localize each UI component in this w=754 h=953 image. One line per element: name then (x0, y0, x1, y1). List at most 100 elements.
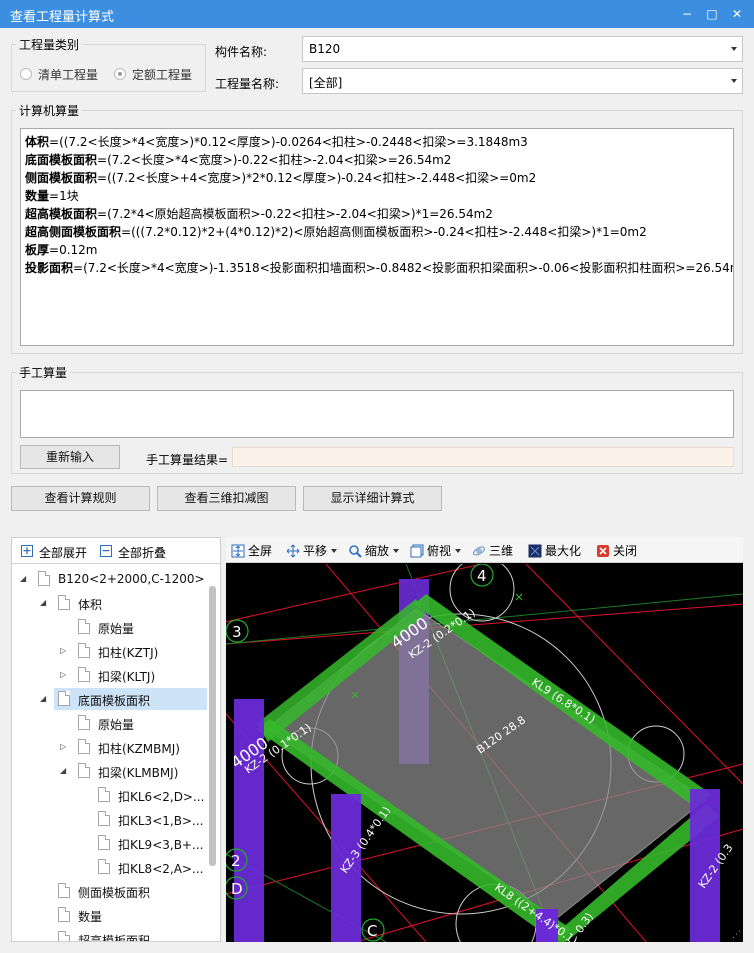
calc-line-expr: =(((7.2*0.12)*2+(4*0.12)*2)<原始超高侧面模板面积>-… (121, 225, 647, 239)
radio-list-quantity[interactable] (20, 68, 32, 80)
close-view-label: 关闭 (613, 544, 638, 558)
collapsed-arrow-icon[interactable]: ▷ (60, 670, 66, 679)
show-detail-formula-button[interactable]: 显示详细计算式 (303, 486, 442, 511)
view-toolbar: 全屏 平移 缩放 俯视 三维 最大化 关闭 (226, 537, 743, 563)
tree-item-label: 数量 (78, 910, 103, 924)
tree-item[interactable]: 数量 (12, 904, 202, 926)
tree-item[interactable]: 原始量 (12, 616, 202, 638)
document-icon (38, 571, 50, 586)
calc-line-expr: =((7.2<长度>*4<宽度>)*0.12<厚度>)-0.0264<扣柱>-0… (49, 135, 528, 149)
axis-label-4: 4 (477, 567, 487, 585)
quantity-name-select[interactable]: [全部] (302, 68, 743, 94)
quantity-type-group: 工程量类别 (11, 36, 206, 92)
tree-item-label: 扣KL3<1,B>... (118, 814, 204, 828)
collapsed-arrow-icon[interactable]: ▷ (60, 646, 66, 655)
tree-item[interactable]: 原始量 (12, 712, 202, 734)
expand-all-button[interactable]: 全部展开 (39, 544, 87, 561)
calc-line-name: 底面模板面积 (25, 153, 98, 167)
computer-calc-legend: 计算机算量 (19, 104, 80, 118)
calc-line-name: 板厚 (25, 243, 50, 257)
3d-model-canvas[interactable]: 4 3 2 D C 4000 KZ-2 (0.2*0.1) KL9 (6.8*0… (226, 564, 743, 942)
calc-line: 数量=1块 (25, 187, 729, 205)
close-view-button[interactable]: 关闭 (596, 542, 637, 559)
calc-line: 板厚=0.12m (25, 241, 729, 259)
tree-scrollbar[interactable] (209, 586, 216, 866)
minimize-button[interactable]: − (677, 4, 697, 24)
tree-item-label: 扣梁(KLTJ) (98, 670, 156, 684)
fullscreen-button[interactable]: 全屏 (231, 542, 272, 559)
reenter-button[interactable]: 重新输入 (20, 445, 120, 469)
tree-item-label: 底面模板面积 (78, 694, 151, 708)
calc-line-expr: =((7.2<长度>+4<宽度>)*2*0.12<厚度>)-0.24<扣柱>-2… (97, 171, 537, 185)
maximize-button[interactable]: □ (702, 4, 722, 24)
maximize-view-button[interactable]: 最大化 (528, 542, 581, 559)
chevron-down-icon (331, 549, 338, 553)
calc-line-name: 侧面模板面积 (25, 171, 98, 185)
view-3d-deduction-button[interactable]: 查看三维扣减图 (157, 486, 296, 511)
computer-calc-text[interactable]: 体积=((7.2<长度>*4<宽度>)*0.12<厚度>)-0.0264<扣柱>… (20, 128, 734, 346)
quantity-tree-panel: + 全部展开 − 全部折叠 ◢ B120<2+2000,C-1200> ◢ 体积 原始量… (11, 537, 221, 942)
3d-view-button[interactable]: 三维 (472, 542, 513, 559)
document-icon (58, 595, 70, 610)
expanded-arrow-icon[interactable]: ◢ (40, 694, 46, 703)
component-name-select[interactable]: B120 (302, 36, 743, 62)
tree-item[interactable]: ◢ 底面模板面积 (40, 688, 207, 710)
expand-all-icon: + (21, 544, 33, 557)
manual-calc-input[interactable] (20, 390, 734, 438)
document-icon (78, 643, 90, 658)
3d-orbit-icon (473, 546, 485, 556)
zoom-button[interactable]: 缩放 (348, 542, 400, 559)
expanded-arrow-icon[interactable]: ◢ (20, 574, 26, 583)
tree-item-label: 体积 (78, 598, 103, 612)
tree-item[interactable]: ▷ 扣柱(KZMBMJ) (12, 736, 202, 758)
tree-item[interactable]: 超高模板面积 (12, 928, 202, 941)
document-icon (58, 907, 70, 922)
tree-item[interactable]: 扣KL6<2,D>... (12, 784, 204, 806)
document-icon (78, 667, 90, 682)
top-view-label: 俯视 (427, 544, 452, 558)
manual-result-label: 手工算量结果= (146, 453, 229, 467)
tree-item[interactable]: ◢ 体积 (12, 592, 202, 614)
top-view-icon (410, 544, 424, 558)
tree-item[interactable]: 侧面模板面积 (12, 880, 202, 902)
tree-item[interactable]: 扣KL8<2,A>... (12, 856, 204, 878)
tree-item-label: 原始量 (98, 718, 135, 732)
calc-line-expr: =0.12m (49, 243, 98, 257)
tree-item[interactable]: ▷ 扣柱(KZTJ) (12, 640, 202, 662)
document-icon (78, 619, 90, 634)
document-icon (98, 859, 110, 874)
calc-line: 侧面模板面积=((7.2<长度>+4<宽度>)*2*0.12<厚度>)-0.24… (25, 169, 729, 187)
calc-line: 投影面积=(7.2<长度>*4<宽度>)-1.3518<投影面积扣墙面积>-0.… (25, 259, 733, 277)
collapsed-arrow-icon[interactable]: ▷ (60, 742, 66, 751)
tree-toolbar: + 全部展开 − 全部折叠 (12, 538, 220, 564)
pan-icon (286, 544, 300, 558)
resize-grip-icon[interactable]: ⋰ (732, 930, 741, 940)
tree-item[interactable]: ◢ B120<2+2000,C-1200> (12, 568, 205, 590)
close-button[interactable]: ✕ (727, 4, 747, 24)
manual-calc-legend: 手工算量 (19, 366, 68, 380)
tree-item[interactable]: 扣KL3<1,B>... (12, 808, 204, 830)
expanded-arrow-icon[interactable]: ◢ (40, 598, 46, 607)
calc-line-name: 超高侧面模板面积 (25, 225, 122, 239)
calc-line: 底面模板面积=(7.2<长度>*4<宽度>)-0.22<扣柱>-2.04<扣梁>… (25, 151, 729, 169)
quantity-name-label: 工程量名称: (215, 77, 280, 91)
expanded-arrow-icon[interactable]: ◢ (60, 766, 66, 775)
tree-item[interactable]: ◢ 扣梁(KLMBMJ) (12, 760, 202, 782)
tree-item[interactable]: ▷ 扣梁(KLTJ) (12, 664, 202, 686)
collapse-all-button[interactable]: 全部折叠 (118, 544, 166, 561)
chevron-down-icon (455, 549, 462, 553)
top-view-button[interactable]: 俯视 (410, 542, 462, 559)
maximize-icon (528, 544, 542, 558)
radio-quota-quantity-label: 定额工程量 (132, 68, 193, 82)
document-icon (98, 787, 110, 802)
view-rules-button[interactable]: 查看计算规则 (11, 486, 150, 511)
zoom-label: 缩放 (365, 544, 390, 558)
tree-item-label: 扣KL8<2,A>... (118, 862, 204, 876)
radio-quota-quantity[interactable] (114, 68, 126, 80)
pan-button[interactable]: 平移 (286, 542, 338, 559)
tree-item[interactable]: 扣KL9<3,B+... (12, 832, 203, 854)
calc-line-name: 超高模板面积 (25, 207, 98, 221)
document-icon (58, 931, 70, 941)
axis-label-d: D (231, 880, 243, 898)
calc-line-expr: =1块 (49, 189, 79, 203)
